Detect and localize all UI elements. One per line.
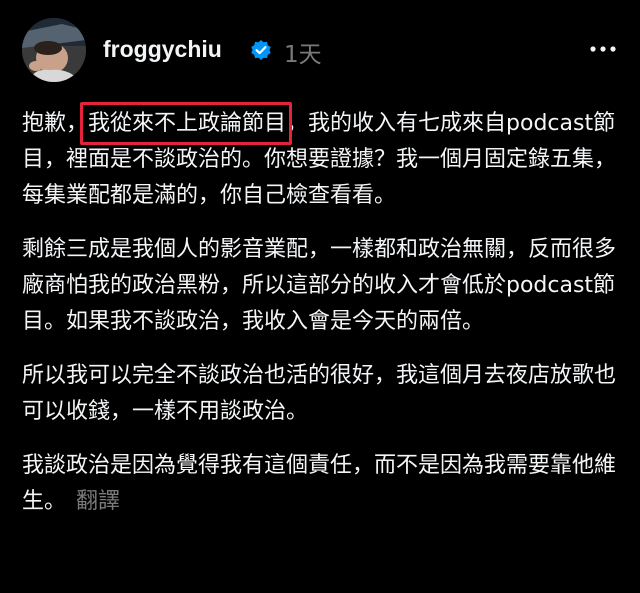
paragraph-1-lead: 抱歉， [22,111,89,136]
verified-badge-icon [251,40,271,60]
threads-post: froggychiu 1天 抱歉，我從來不上政論節目 ，我的收入有七成來自podc… [0,0,640,593]
paragraph-3: 所以我可以完全不談政治也活的很好，我這個月去夜店放歌也可以收錢，一樣不用談政治。 [22,363,617,424]
paragraph-2: 剩餘三成是我個人的影音業配，一樣都和政治無關，反而很多廠商怕我的政治黑粉，所以這… [22,237,617,334]
username[interactable]: froggychiu [103,36,222,63]
more-horizontal-icon[interactable] [588,44,618,54]
highlighted-text: 我從來不上政論節目 [88,111,287,136]
paragraph-1: 抱歉，我從來不上政論節目 ，我的收入有七成來自podcast節目，裡面是不談政治的… [22,102,622,214]
post-body: 抱歉，我從來不上政論節目 ，我的收入有七成來自podcast節目，裡面是不談政治的… [22,102,622,538]
post-time: 1天 [284,42,322,68]
translate-link[interactable]: 翻譯 [76,489,120,514]
paragraph-4: 我談政治是因為覺得我有這個責任，而不是因為我需要靠他維生。 翻譯 [22,448,622,520]
highlighted-phrase: 我從來不上政論節目 [80,102,293,145]
avatar[interactable] [22,18,86,82]
post-header: froggychiu 1天 [22,18,622,84]
avatar-image [22,18,86,82]
